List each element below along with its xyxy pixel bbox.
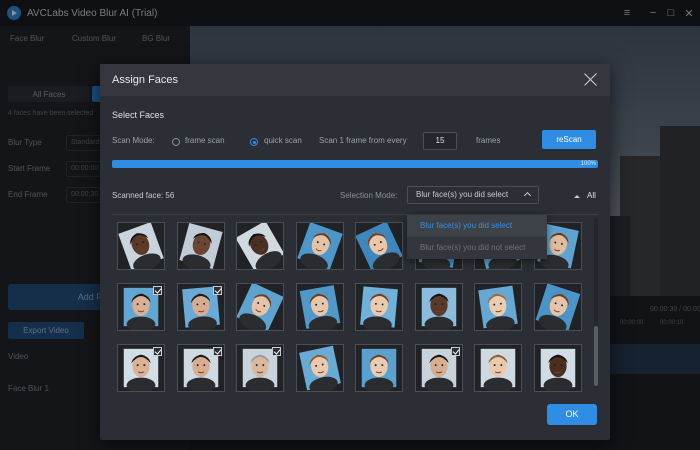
face-image [177, 223, 224, 269]
face-image [296, 345, 343, 391]
face-image [356, 223, 402, 269]
face-thumbnail[interactable] [295, 222, 344, 270]
quick-scan-label[interactable]: quick scan [264, 136, 302, 145]
dialog-title: Assign Faces [112, 74, 179, 86]
scan-mode-label: Scan Mode: [112, 136, 155, 145]
app-window: AVCLabs Video Blur AI (Trial) ≡ − □ ✕ Fa… [0, 0, 700, 450]
select-all-toggle[interactable]: All [587, 191, 596, 200]
scan-every-label: Scan 1 frame from every [319, 136, 407, 145]
checkbox-icon[interactable] [212, 347, 222, 356]
face-image [118, 223, 164, 269]
sort-triangle-icon[interactable] [574, 195, 580, 198]
face-thumbnail[interactable] [414, 344, 463, 392]
face-thumbnail[interactable] [295, 344, 344, 392]
face-thumbnail[interactable] [176, 344, 225, 392]
dialog-header: Assign Faces [100, 64, 610, 96]
dropdown-option-did-not-select[interactable]: Blur face(s) you did not select [407, 237, 547, 259]
face-image [415, 284, 462, 330]
chevron-up-icon [523, 191, 532, 200]
ok-button[interactable]: OK [547, 404, 597, 425]
frame-scan-label[interactable]: frame scan [185, 136, 225, 145]
face-image [534, 345, 581, 391]
checkbox-icon[interactable] [153, 286, 162, 295]
face-image [475, 284, 521, 330]
face-thumbnail[interactable] [236, 283, 284, 331]
frames-input[interactable]: 15 [423, 132, 457, 150]
face-thumbnail[interactable] [414, 283, 463, 331]
face-thumbnail[interactable] [117, 222, 165, 270]
face-thumbnail[interactable] [176, 283, 225, 331]
close-icon[interactable] [584, 72, 598, 86]
progress-label: 100% [580, 161, 596, 167]
grid-scrollbar-thumb[interactable] [594, 326, 598, 386]
face-thumbnail[interactable] [533, 344, 582, 392]
face-thumbnail[interactable] [295, 283, 344, 331]
scan-progress-bar [112, 160, 598, 168]
face-image [237, 284, 283, 330]
face-thumbnail[interactable] [117, 344, 165, 392]
section-title: Select Faces [112, 110, 165, 120]
checkbox-icon[interactable] [212, 286, 222, 295]
face-thumbnail[interactable] [236, 222, 284, 270]
face-thumbnail[interactable] [533, 283, 582, 331]
face-thumbnail[interactable] [176, 222, 225, 270]
assign-faces-dialog: Assign Faces Select Faces Scan Mode: fra… [100, 64, 610, 440]
face-thumbnail[interactable] [474, 283, 522, 331]
frames-label: frames [476, 136, 501, 145]
face-image [475, 345, 521, 391]
selection-mode-label: Selection Mode: [340, 191, 398, 200]
face-image [296, 223, 343, 269]
face-thumbnail[interactable] [474, 344, 522, 392]
checkbox-icon[interactable] [272, 347, 281, 356]
face-thumbnail[interactable] [355, 283, 403, 331]
face-thumbnail[interactable] [355, 344, 403, 392]
scanned-face-count: Scanned face: 56 [112, 191, 175, 200]
dropdown-option-did-select[interactable]: Blur face(s) you did select [407, 215, 547, 237]
face-image [296, 284, 343, 330]
selection-mode-dropdown: Blur face(s) you did select Blur face(s)… [407, 215, 547, 259]
face-thumbnail[interactable] [117, 283, 165, 331]
selection-mode-value: Blur face(s) you did select [416, 190, 509, 199]
frame-scan-radio[interactable] [172, 138, 180, 146]
face-image [237, 223, 283, 269]
selection-mode-select[interactable]: Blur face(s) you did select [407, 186, 539, 204]
checkbox-icon[interactable] [450, 347, 460, 356]
face-thumbnail[interactable] [236, 344, 284, 392]
scan-mode-row: Scan Mode: frame scan quick scan Scan 1 … [112, 130, 598, 152]
face-image [356, 345, 402, 391]
face-image [534, 284, 581, 330]
face-thumbnail[interactable] [355, 222, 403, 270]
face-image [356, 284, 402, 330]
rescan-button[interactable]: reScan [542, 130, 596, 149]
checkbox-icon[interactable] [153, 347, 162, 356]
quick-scan-radio[interactable] [250, 138, 258, 146]
